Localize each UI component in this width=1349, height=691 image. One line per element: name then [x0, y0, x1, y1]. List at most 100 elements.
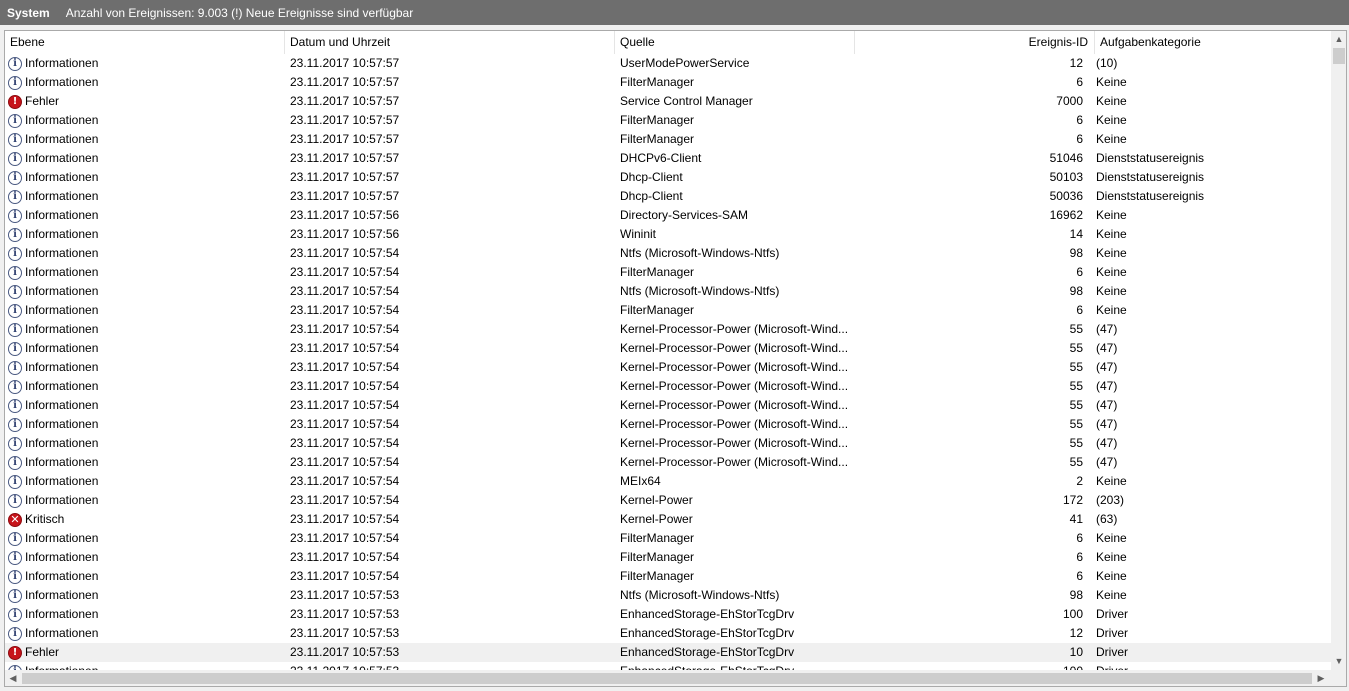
info-icon: i — [8, 474, 22, 489]
log-name: System — [7, 5, 50, 20]
table-row[interactable]: i Informationen 23.11.2017 10:57:57 FilterM… — [5, 73, 1331, 92]
cell-date: 23.11.2017 10:57:54 — [290, 341, 400, 355]
cell-event-id: 6 — [1076, 75, 1083, 89]
vertical-scrollbar[interactable]: ▲ ▼ — [1331, 31, 1346, 670]
cell-event-id: 6 — [1076, 265, 1083, 279]
table-row[interactable]: i Informationen 23.11.2017 10:57:56 Directo… — [5, 206, 1331, 225]
event-count-info: Anzahl von Ereignissen: 9.003 (!) Neue E… — [65, 5, 414, 20]
table-row[interactable]: i Informationen 23.11.2017 10:57:54 Ntfs (M… — [5, 244, 1331, 263]
table-row[interactable]: i Informationen 23.11.2017 10:57:54 Kernel-… — [5, 377, 1331, 396]
cell-date: 23.11.2017 10:57:54 — [290, 303, 400, 317]
table-row[interactable]: i Informationen 23.11.2017 10:57:54 Kernel-… — [5, 320, 1331, 339]
table-row[interactable]: i Informationen 23.11.2017 10:57:57 FilterM… — [5, 111, 1331, 130]
cell-event-id: 6 — [1076, 569, 1083, 583]
table-row[interactable]: i Informationen 23.11.2017 10:57:54 Kernel-… — [5, 339, 1331, 358]
table-row[interactable]: i Informationen 23.11.2017 10:57:57 DHCPv6-… — [5, 149, 1331, 168]
level-label: Informationen — [25, 322, 99, 336]
level-label: Informationen — [25, 170, 99, 184]
info-icon: i — [8, 170, 22, 185]
level-label: Informationen — [25, 607, 99, 621]
table-row[interactable]: i Informationen 23.11.2017 10:57:54 FilterM… — [5, 301, 1331, 320]
table-row[interactable]: i Informationen 23.11.2017 10:57:53 Ntfs (M… — [5, 586, 1331, 605]
cell-category: (47) — [1096, 360, 1118, 374]
cell-date: 23.11.2017 10:57:54 — [290, 550, 400, 564]
table-row[interactable]: iInformationen23.11.2017 10:57:53Enhance… — [5, 624, 1331, 643]
table-row[interactable]: i Informationen 23.11.2017 10:57:54 FilterM… — [5, 529, 1331, 548]
cell-level: iInformationen — [5, 339, 285, 358]
table-row[interactable]: i Informationen 23.11.2017 10:57:54 Kernel-… — [5, 415, 1331, 434]
level-label: Kritisch — [25, 512, 65, 526]
cell-level: iInformationen — [5, 567, 285, 586]
horizontal-scrollbar[interactable]: ◀ ▶ — [5, 670, 1346, 686]
cell-level: ✕ Kritisch — [5, 510, 285, 529]
column-header-level[interactable]: Ebene — [5, 31, 285, 54]
arrow-right-icon[interactable]: ▶ — [1313, 670, 1329, 686]
table-row[interactable]: i Informationen 23.11.2017 10:57:54 Kernel-… — [5, 453, 1331, 472]
cell-event-id: 16962 — [1049, 208, 1083, 222]
cell-date: 23.11.2017 10:57:53 — [285, 662, 615, 670]
table-row[interactable]: i Informationen 23.11.2017 10:57:54 FilterM… — [5, 567, 1331, 586]
vertical-scroll-thumb[interactable] — [1333, 48, 1345, 64]
cell-category: (47) — [1096, 455, 1118, 469]
cell-category: Driver — [1089, 662, 1325, 670]
cell-level: iInformationen — [5, 168, 285, 187]
table-row[interactable]: i Informationen 23.11.2017 10:57:56 Wininit… — [5, 225, 1331, 244]
table-row[interactable]: ! Fehler 23.11.2017 10:57:53 EnhancedStorag… — [5, 643, 1331, 662]
cell-event-id: 10 — [1069, 645, 1083, 659]
column-header-event-id[interactable]: Ereignis-ID — [855, 31, 1095, 54]
cell-category: Keine — [1096, 75, 1127, 89]
cell-category: (47) — [1096, 417, 1118, 431]
table-row[interactable]: i Informationen 23.11.2017 10:57:57 Dhcp-Cl… — [5, 168, 1331, 187]
table-row[interactable]: i Informationen 23.11.2017 10:57:54 Kernel-… — [5, 491, 1331, 510]
level-label: Fehler — [25, 645, 60, 659]
cell-category: (47) — [1096, 436, 1118, 450]
info-icon: i — [8, 132, 22, 147]
table-row[interactable]: i Informationen 23.11.2017 10:57:54 MEIx64 2… — [5, 472, 1331, 491]
table-row[interactable]: i Informationen 23.11.2017 10:57:57 UserMod… — [5, 54, 1331, 73]
table-row[interactable]: i Informationen 23.11.2017 10:57:54 FilterM… — [5, 548, 1331, 567]
table-row[interactable]: iInformationen23.11.2017 10:57:53Enhance… — [5, 605, 1331, 624]
level-label: Informationen — [25, 569, 99, 583]
cell-event-id: 6 — [1076, 132, 1083, 146]
arrow-down-icon[interactable]: ▼ — [1331, 653, 1346, 670]
cell-event-id: 6 — [1076, 303, 1083, 317]
horizontal-scroll-thumb[interactable] — [22, 673, 1312, 684]
column-header-source[interactable]: Quelle — [615, 31, 855, 54]
info-icon: i — [8, 303, 22, 318]
table-row[interactable]: ✕ Kritisch 23.11.2017 10:57:54 Kernel-Power… — [5, 510, 1331, 529]
cell-level: iInformationen — [5, 415, 285, 434]
table-row[interactable]: i Informationen 23.11.2017 10:57:54 Ntfs (M… — [5, 282, 1331, 301]
level-label: Informationen — [25, 626, 99, 640]
cell-date: 23.11.2017 10:57:54 — [290, 246, 400, 260]
table-row[interactable]: i Informationen 23.11.2017 10:57:54 Kernel-… — [5, 434, 1331, 453]
table-row[interactable]: i Informationen 23.11.2017 10:57:57 FilterM… — [5, 130, 1331, 149]
cell-event-id: 50036 — [1049, 189, 1083, 203]
arrow-left-icon[interactable]: ◀ — [5, 670, 21, 686]
level-label: Informationen — [25, 56, 99, 70]
cell-category: (10) — [1096, 56, 1118, 70]
info-icon: i — [8, 246, 22, 261]
table-row[interactable]: i Informationen 23.11.2017 10:57:54 Kernel-… — [5, 396, 1331, 415]
cell-level: iInformationen — [5, 586, 285, 605]
level-label: Fehler — [25, 94, 60, 108]
table-row[interactable]: i Informationen 23.11.2017 10:57:54 FilterM… — [5, 263, 1331, 282]
cell-level: iInformationen — [5, 320, 285, 339]
table-row[interactable]: i Informationen 23.11.2017 10:57:54 Kernel-… — [5, 358, 1331, 377]
cell-event-id: 50103 — [1049, 170, 1083, 184]
cell-category: Driver — [1096, 626, 1128, 640]
info-icon: i — [8, 569, 22, 584]
arrow-up-icon[interactable]: ▲ — [1331, 31, 1346, 48]
table-row[interactable]: iInformationen23.11.2017 10:57:53Enhance… — [5, 662, 1331, 670]
column-header-date[interactable]: Datum und Uhrzeit — [285, 31, 615, 54]
cell-category: Keine — [1096, 265, 1127, 279]
level-label: Informationen — [25, 455, 99, 469]
table-row[interactable]: i Informationen 23.11.2017 10:57:57 Dhcp-Cl… — [5, 187, 1331, 206]
column-header-category[interactable]: Aufgabenkategorie — [1095, 31, 1331, 54]
level-label: Informationen — [25, 284, 99, 298]
cell-level: iInformationen — [5, 111, 285, 130]
info-icon: i — [8, 56, 22, 71]
cell-event-id: 51046 — [1049, 151, 1083, 165]
cell-date: 23.11.2017 10:57:54 — [290, 284, 400, 298]
table-row[interactable]: ! Fehler 23.11.2017 10:57:57 Service Contro… — [5, 92, 1331, 111]
cell-level: iInformationen — [5, 282, 285, 301]
